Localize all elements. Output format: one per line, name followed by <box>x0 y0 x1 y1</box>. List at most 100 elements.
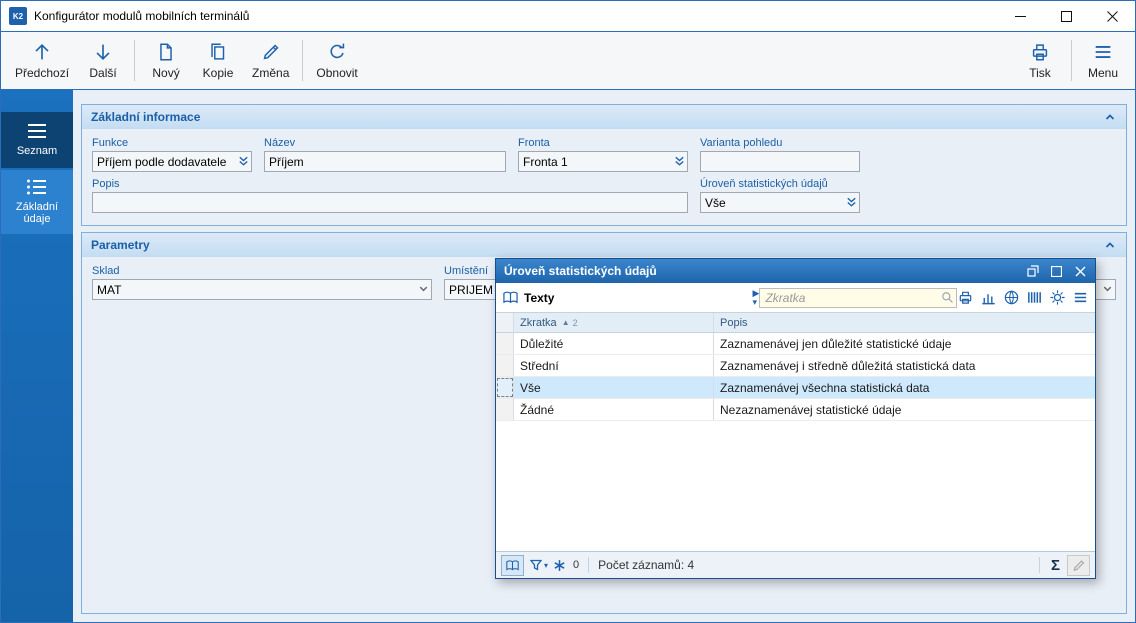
settings-icon[interactable] <box>1049 289 1066 306</box>
table-row[interactable]: Žádné Nezaznamenávej statistické údaje <box>496 399 1095 421</box>
group-header-parametry[interactable]: Parametry <box>82 233 1126 257</box>
table-menu-icon[interactable] <box>1072 289 1089 306</box>
match-filter-button[interactable] <box>553 559 566 572</box>
statusbar-separator <box>588 557 590 573</box>
printer-icon <box>1032 44 1048 61</box>
row-selector[interactable] <box>496 377 514 398</box>
table-row[interactable]: Střední Zaznamenávej i středně důležitá … <box>496 355 1095 377</box>
new-button[interactable]: Nový <box>140 32 192 89</box>
refresh-button[interactable]: Obnovit <box>308 32 365 89</box>
header-selector-cell <box>496 313 514 332</box>
popup-titlebar[interactable]: Úroveň statistických údajů <box>496 259 1095 283</box>
uroven-statistickych-udaju-input[interactable] <box>700 192 860 213</box>
cell-zkratka[interactable]: Střední <box>514 355 714 376</box>
edit-button-disabled[interactable] <box>1067 554 1090 576</box>
menu-icon <box>1095 46 1111 58</box>
row-selector[interactable] <box>496 333 514 354</box>
table-row-selected[interactable]: Vše Zaznamenávej všechna statistická dat… <box>496 377 1095 399</box>
popup-close-button[interactable] <box>1070 262 1091 281</box>
popup-dock-button[interactable] <box>1022 262 1043 281</box>
close-button[interactable] <box>1089 1 1135 31</box>
chart-icon[interactable] <box>980 289 997 306</box>
group-header-zakladni-informace[interactable]: Základní informace <box>82 105 1126 129</box>
popup-maximize-button[interactable] <box>1046 262 1067 281</box>
cell-popis[interactable]: Zaznamenávej i středně důležitá statisti… <box>714 355 1095 376</box>
sidebar-item-label: Seznam <box>16 145 58 157</box>
dropdown-icon[interactable] <box>845 195 858 209</box>
search-icon[interactable] <box>941 291 954 304</box>
filter-button[interactable]: ▾ <box>529 558 548 572</box>
sidebar-item-seznam[interactable]: Seznam <box>1 112 73 168</box>
texty-label: Texty <box>524 290 555 305</box>
popup-toolbar: Texty ▶ ▾ <box>496 283 1095 313</box>
section-expander-icon[interactable]: ▶ ▾ <box>753 288 760 307</box>
cell-zkratka[interactable]: Důležité <box>514 333 714 354</box>
detail-list-icon <box>27 179 46 195</box>
texty-section-header[interactable]: Texty ▶ ▾ <box>502 288 760 307</box>
nazev-input[interactable] <box>264 151 506 172</box>
maximize-button[interactable] <box>1043 1 1089 31</box>
fronta-combobox[interactable] <box>518 151 688 172</box>
funkce-combobox[interactable] <box>92 151 252 172</box>
minimize-button[interactable] <box>997 1 1043 31</box>
cell-zkratka[interactable]: Vše <box>514 377 714 398</box>
change-button[interactable]: Změna <box>244 32 297 89</box>
popup-controls <box>1022 262 1091 281</box>
row-selector[interactable] <box>496 355 514 376</box>
fronta-input[interactable] <box>518 151 688 172</box>
print-button[interactable]: Tisk <box>1014 32 1066 89</box>
sum-button[interactable]: Σ <box>1051 557 1060 574</box>
main-toolbar: Předchozí Další Nový Kopie Změna Obnovit… <box>1 31 1135 90</box>
uroven-statistickych-udaju-combobox[interactable] <box>700 192 860 213</box>
cell-popis[interactable]: Zaznamenávej jen důležité statistické úd… <box>714 333 1095 354</box>
chevron-down-icon[interactable] <box>417 282 430 296</box>
search-input[interactable] <box>759 287 957 308</box>
printer-icon[interactable] <box>957 289 974 306</box>
varianta-pohledu-input[interactable] <box>700 151 860 172</box>
fronta-label: Fronta <box>518 137 550 149</box>
sklad-input[interactable] <box>92 279 432 300</box>
chevron-down-icon[interactable] <box>1101 282 1114 296</box>
previous-label: Předchozí <box>15 66 70 80</box>
sidebar-item-zakladni-udaje[interactable]: Základní údaje <box>1 169 73 234</box>
table-row[interactable]: Důležité Zaznamenávej jen důležité stati… <box>496 333 1095 355</box>
column-header-zkratka[interactable]: Zkratka ▲ 2 <box>514 313 714 332</box>
funkce-input[interactable] <box>92 151 252 172</box>
cell-popis[interactable]: Nezaznamenávej statistické údaje <box>714 399 1095 420</box>
popup-statusbar: ▾ 0 Počet záznamů: 4 Σ <box>496 551 1095 578</box>
cell-zkratka[interactable]: Žádné <box>514 399 714 420</box>
uroven-statistickych-udaju-label: Úroveň statistických údajů <box>700 178 828 190</box>
cell-popis[interactable]: Zaznamenávej všechna statistická data <box>714 377 1095 398</box>
dock-icon <box>1026 265 1039 277</box>
previous-button[interactable]: Předchozí <box>7 32 77 89</box>
texts-toggle-button[interactable] <box>501 554 524 576</box>
search-box <box>759 287 957 308</box>
column-header-popis[interactable]: Popis <box>714 313 1095 332</box>
next-button[interactable]: Další <box>77 32 129 89</box>
web-icon[interactable] <box>1003 289 1020 306</box>
new-label: Nový <box>152 66 180 80</box>
arrow-down-icon <box>96 44 110 61</box>
copy-button[interactable]: Kopie <box>192 32 244 89</box>
list-icon <box>28 124 46 138</box>
group-body: Funkce Název <box>82 129 1126 225</box>
nazev-label: Název <box>264 137 296 149</box>
collapse-chevron-icon[interactable] <box>1103 238 1117 252</box>
row-selector[interactable] <box>496 399 514 420</box>
barcode-icon[interactable] <box>1026 289 1043 306</box>
menu-button[interactable]: Menu <box>1077 32 1129 89</box>
close-icon <box>1106 10 1118 22</box>
refresh-icon <box>330 43 345 59</box>
dropdown-icon[interactable] <box>237 154 250 168</box>
sklad-combobox[interactable] <box>92 279 432 300</box>
popis-input[interactable] <box>92 192 688 213</box>
collapse-chevron-icon[interactable] <box>1103 110 1117 124</box>
match-icon <box>554 559 565 571</box>
maximize-icon <box>1051 265 1062 277</box>
dropdown-icon[interactable] <box>673 154 686 168</box>
app-window: K2 Konfigurátor modulů mobilních terminá… <box>0 0 1136 623</box>
copy-icon <box>211 43 225 60</box>
sidebar: Seznam Základní údaje <box>1 90 73 622</box>
record-count: Počet záznamů: 4 <box>598 558 695 572</box>
sidebar-item-label: Základní údaje <box>15 200 59 226</box>
